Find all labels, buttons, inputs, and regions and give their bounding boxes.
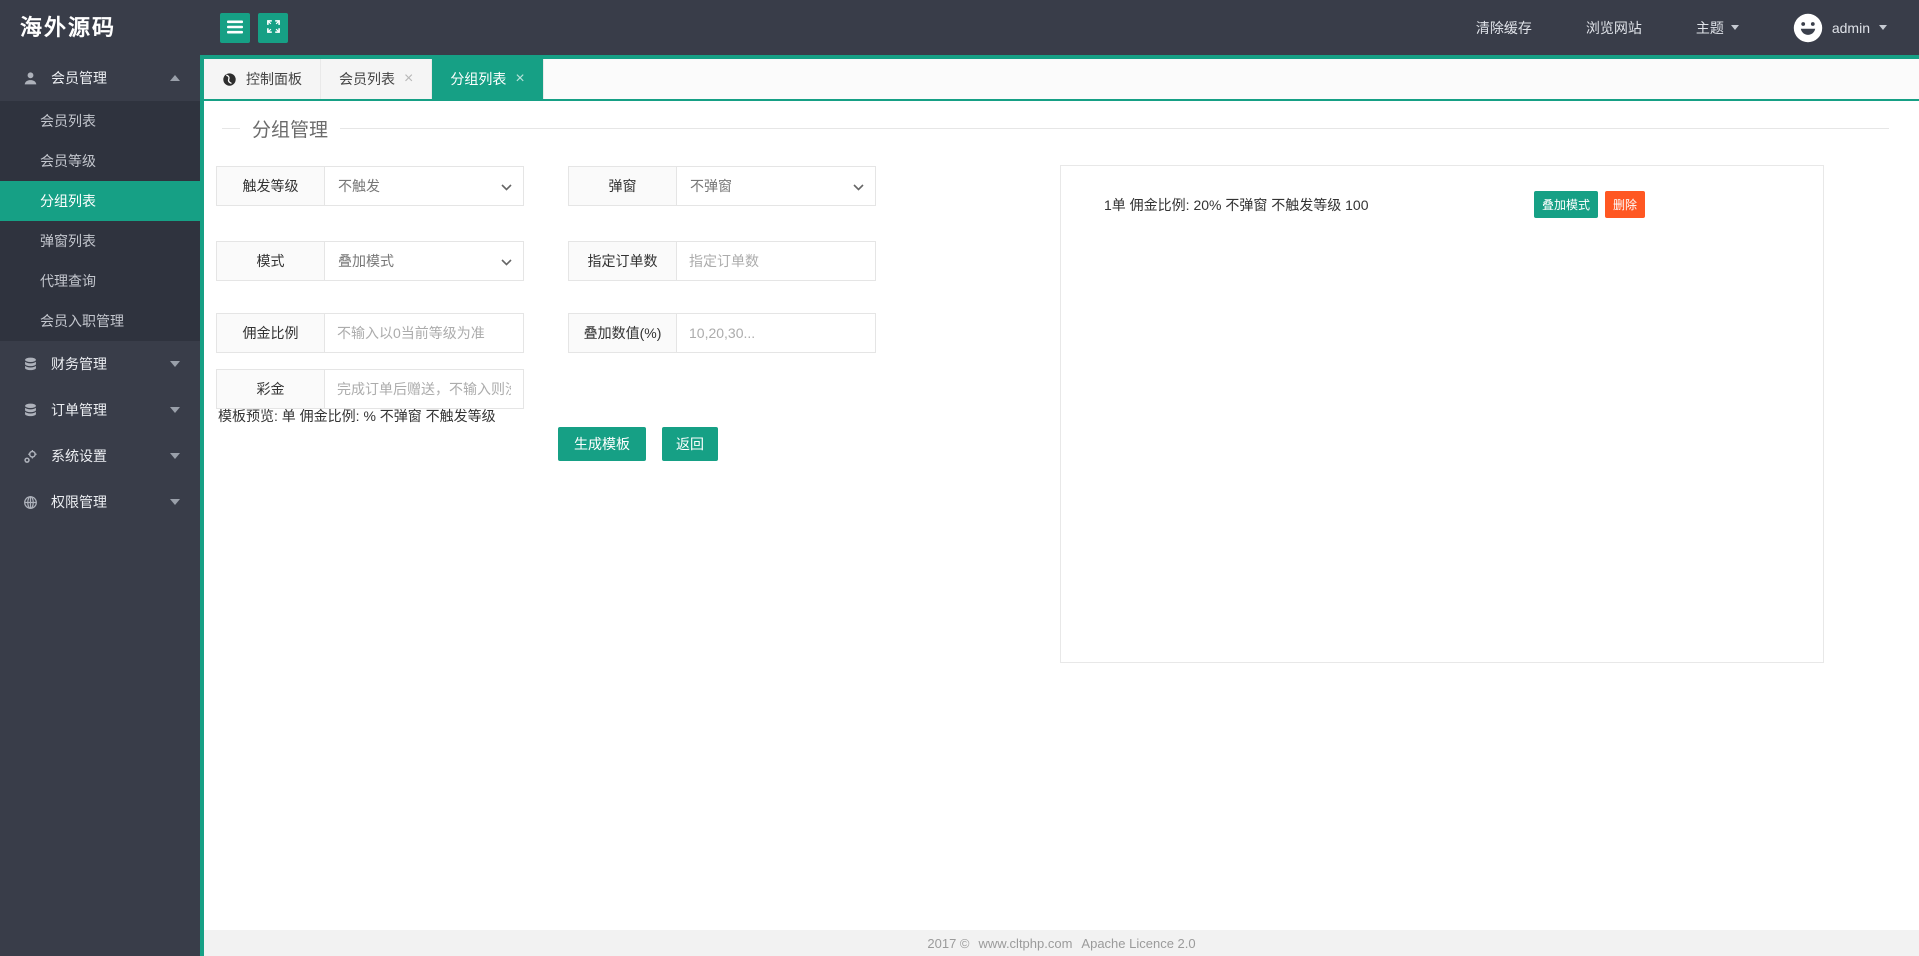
gear-icon: [22, 449, 38, 464]
template-item: 1单 佣金比例: 20% 不弹窗 不触发等级 100 叠加模式 删除: [1061, 191, 1823, 218]
expand-icon: [266, 19, 281, 37]
chevron-down-icon: [170, 361, 180, 367]
content-area: 控制面板 会员列表 × 分组列表 × 分组管理 触发等级 不触发 弹窗 不弹窗 …: [200, 55, 1919, 956]
chevron-down-icon: [170, 453, 180, 459]
app-logo: 海外源码: [20, 15, 117, 40]
page-title-legend: 分组管理: [222, 115, 1889, 142]
legend-line: [340, 128, 1889, 129]
popup-select[interactable]: 不弹窗: [677, 167, 875, 205]
chevron-up-icon: [170, 75, 180, 81]
chevron-down-icon: [501, 178, 512, 194]
sidebar-item-permission-management[interactable]: 权限管理: [0, 479, 200, 525]
field-label: 触发等级: [217, 167, 325, 205]
select-value: 叠加模式: [338, 253, 394, 269]
user-icon: [22, 71, 38, 86]
tab-group-list[interactable]: 分组列表 ×: [432, 59, 544, 99]
field-bonus: 彩金: [216, 369, 524, 409]
theme-menu[interactable]: 主题: [1696, 18, 1739, 38]
avatar: [1793, 13, 1823, 43]
mode-select[interactable]: 叠加模式: [325, 242, 523, 280]
tabbar: 控制面板 会员列表 × 分组列表 ×: [204, 59, 1919, 101]
template-list-panel: 1单 佣金比例: 20% 不弹窗 不触发等级 100 叠加模式 删除: [1060, 165, 1824, 663]
globe-icon: [222, 72, 237, 87]
sidebar-item-label: 订单管理: [51, 402, 107, 418]
chevron-down-icon: [170, 499, 180, 505]
sidebar-item-order-management[interactable]: 订单管理: [0, 387, 200, 433]
bonus-input[interactable]: [325, 370, 523, 408]
stack-mode-button[interactable]: 叠加模式: [1533, 191, 1598, 218]
chevron-down-icon: [501, 253, 512, 269]
sidebar-item-system-settings[interactable]: 系统设置: [0, 433, 200, 479]
commission-rate-input[interactable]: [325, 314, 523, 352]
tab-label: 控制面板: [246, 71, 302, 87]
tab-label: 分组列表: [450, 71, 507, 87]
caret-down-icon: [1879, 25, 1887, 30]
sidebar: 会员管理 会员列表 会员等级 分组列表 弹窗列表 代理查询 会员入职管理 财务管…: [0, 55, 200, 956]
username: admin: [1831, 19, 1870, 36]
select-value: 不弹窗: [690, 178, 732, 194]
sidebar-item-member-management[interactable]: 会员管理: [0, 55, 200, 101]
sidebar-subitem-member-list[interactable]: 会员列表: [0, 101, 200, 141]
tab-member-list[interactable]: 会员列表 ×: [321, 59, 433, 99]
field-mode: 模式 叠加模式: [216, 241, 524, 281]
sidebar-subitem-member-level[interactable]: 会员等级: [0, 141, 200, 181]
visit-site-link[interactable]: 浏览网站: [1586, 18, 1642, 38]
template-item-text: 1单 佣金比例: 20% 不弹窗 不触发等级 100: [1104, 196, 1369, 213]
stack-value-input[interactable]: [677, 314, 875, 352]
field-commission-rate: 佣金比例: [216, 313, 524, 353]
sidebar-item-label: 财务管理: [51, 356, 107, 372]
footer: 2017 © www.cltphp.com Apache Licence 2.0: [204, 930, 1919, 956]
member-management-submenu: 会员列表 会员等级 分组列表 弹窗列表 代理查询 会员入职管理: [0, 101, 200, 341]
select-value: 不触发: [338, 178, 380, 194]
back-button[interactable]: 返回: [662, 427, 718, 461]
template-preview-text: 模板预览: 单 佣金比例: % 不弹窗 不触发等级: [218, 408, 496, 424]
chevron-down-icon: [170, 407, 180, 413]
sidebar-item-label: 会员管理: [51, 70, 107, 86]
globe-icon: [22, 495, 38, 510]
sidebar-item-finance-management[interactable]: 财务管理: [0, 341, 200, 387]
order-count-input[interactable]: [677, 242, 875, 280]
field-label: 叠加数值(%): [569, 314, 677, 352]
close-icon[interactable]: ×: [515, 71, 524, 87]
clear-cache-link[interactable]: 清除缓存: [1476, 18, 1532, 38]
close-icon[interactable]: ×: [404, 71, 413, 87]
sidebar-item-label: 系统设置: [51, 448, 107, 464]
page-body: 分组管理 触发等级 不触发 弹窗 不弹窗 模式 叠加模式 指定订单数 指定订单数…: [204, 103, 1919, 956]
sidebar-toggle-button[interactable]: [220, 13, 250, 43]
footer-license: Apache Licence 2.0: [1081, 935, 1196, 951]
field-popup: 弹窗 不弹窗: [568, 166, 876, 206]
fullscreen-button[interactable]: [258, 13, 288, 43]
sidebar-subitem-agent-query[interactable]: 代理查询: [0, 261, 200, 301]
trigger-level-select[interactable]: 不触发: [325, 167, 523, 205]
topbar: 海外源码 清除缓存 浏览网站 主题 admin: [0, 0, 1919, 55]
sidebar-subitem-member-onboarding[interactable]: 会员入职管理: [0, 301, 200, 341]
field-label: 弹窗: [569, 167, 677, 205]
sidebar-subitem-popup-list[interactable]: 弹窗列表: [0, 221, 200, 261]
user-menu[interactable]: admin: [1793, 13, 1887, 43]
database-icon: [22, 357, 38, 372]
field-trigger-level: 触发等级 不触发: [216, 166, 524, 206]
footer-year: 2017 ©: [927, 935, 970, 951]
field-label: 彩金: [217, 370, 325, 408]
field-label: 佣金比例: [217, 314, 325, 352]
tab-dashboard[interactable]: 控制面板: [204, 59, 321, 99]
database-icon: [22, 403, 38, 418]
page-title: 分组管理: [252, 120, 329, 141]
hamburger-icon: [227, 20, 243, 37]
caret-down-icon: [1730, 25, 1739, 30]
delete-button[interactable]: 删除: [1604, 191, 1645, 218]
field-order-count: 指定订单数: [568, 241, 876, 281]
sidebar-subitem-group-list[interactable]: 分组列表: [0, 181, 200, 221]
field-label: 模式: [217, 242, 325, 280]
field-stack-value: 叠加数值(%): [568, 313, 876, 353]
sidebar-item-label: 权限管理: [51, 494, 107, 510]
footer-site-link[interactable]: www.cltphp.com: [979, 936, 1073, 951]
generate-template-button[interactable]: 生成模板: [558, 427, 646, 461]
theme-menu-label: 主题: [1695, 19, 1724, 36]
field-label: 指定订单数: [569, 242, 677, 280]
legend-line: [222, 128, 240, 129]
chevron-down-icon: [853, 178, 864, 194]
tab-label: 会员列表: [339, 71, 395, 87]
